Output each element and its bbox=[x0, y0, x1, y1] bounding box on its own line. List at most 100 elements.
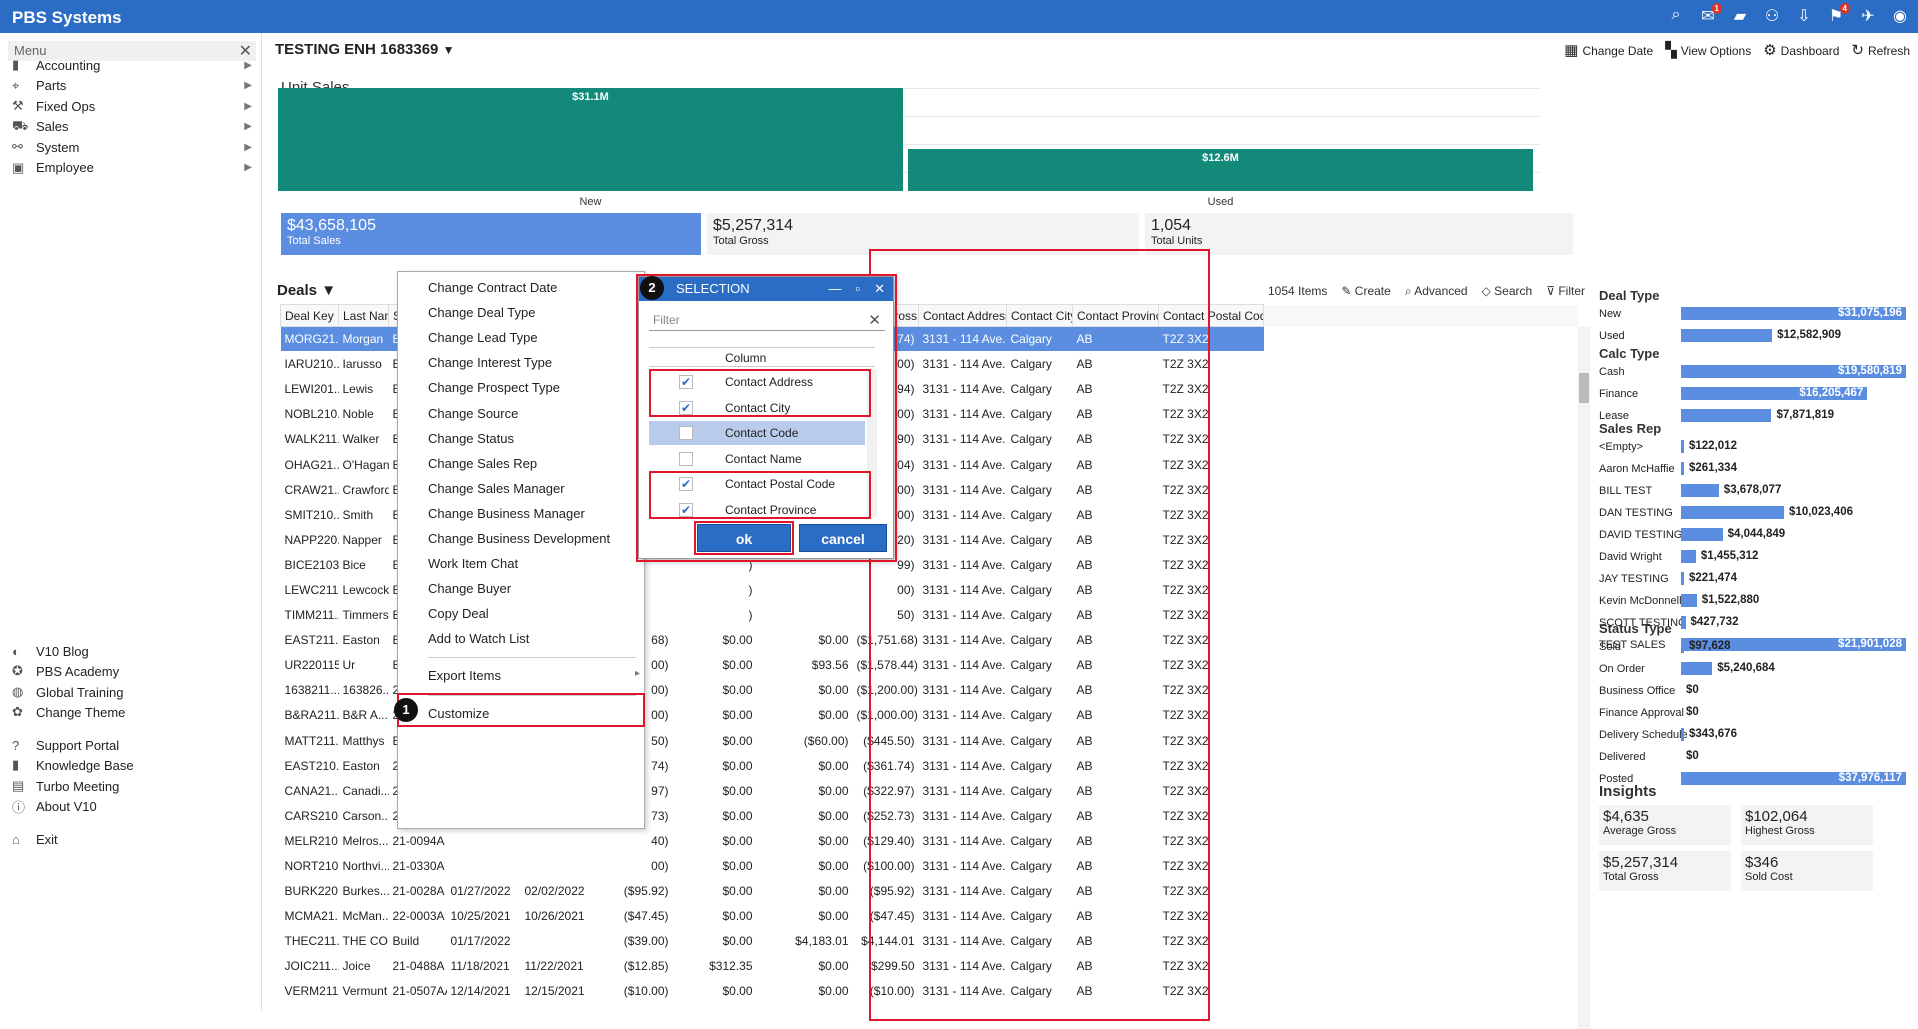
inbox-icon[interactable]: ⇩ bbox=[1794, 6, 1814, 26]
column-option-contact-province[interactable]: ✔ Contact Province bbox=[649, 498, 865, 522]
status-type-bar[interactable] bbox=[1681, 640, 1684, 653]
chat-icon[interactable]: ▰ bbox=[1730, 6, 1750, 26]
column-checkbox[interactable]: ✔ bbox=[679, 477, 693, 491]
menu-item-change-business-development[interactable]: Change Business Development bbox=[428, 531, 610, 546]
sales-rep-bar[interactable] bbox=[1681, 594, 1697, 607]
chevron-right-icon[interactable]: ▶ bbox=[244, 121, 252, 132]
cancel-button[interactable]: cancel bbox=[799, 524, 887, 552]
chevron-right-icon[interactable]: ▶ bbox=[244, 162, 252, 173]
column-checkbox[interactable] bbox=[679, 426, 693, 440]
sidebar-link-pbs-academy[interactable]: ✪ PBS Academy bbox=[12, 661, 252, 681]
sidebar-item-employee[interactable]: ▣ Employee ▶ bbox=[12, 158, 252, 178]
menu-item-change-status[interactable]: Change Status bbox=[428, 431, 514, 446]
column-option-contact-postal-code[interactable]: ✔ Contact Postal Code bbox=[649, 472, 865, 496]
maximize-icon[interactable]: ▫ bbox=[855, 281, 860, 297]
sidebar-item-parts[interactable]: ⌖ Parts ▶ bbox=[12, 76, 252, 96]
table-row[interactable]: BURK220...Burkes...21-0028A01/27/202202/… bbox=[280, 878, 1578, 905]
sidebar-link-support-portal[interactable]: ? Support Portal bbox=[12, 735, 252, 755]
table-row[interactable]: MCMA21...McMan...22-0003A10/25/202110/26… bbox=[280, 903, 1578, 930]
menu-item-change-sales-rep[interactable]: Change Sales Rep bbox=[428, 456, 537, 471]
table-row[interactable]: JOIC211... Joice 21-0488A 11/18/2021 11/22/2… bbox=[280, 953, 1578, 980]
menu-item-change-interest-type[interactable]: Change Interest Type bbox=[428, 355, 552, 370]
status-type-bar[interactable] bbox=[1681, 728, 1684, 741]
table-row[interactable]: NORT210...Northvi...21-0330A00)$0.00$0.0… bbox=[280, 853, 1578, 880]
column-header-deal-key[interactable]: Deal Key bbox=[280, 304, 339, 327]
sales-rep-bar[interactable] bbox=[1681, 506, 1785, 519]
search-icon[interactable]: ⌕ bbox=[1666, 6, 1686, 26]
mail-icon[interactable]: ✉ 1 bbox=[1698, 3, 1722, 26]
users-icon[interactable]: ⚇ bbox=[1762, 6, 1782, 26]
column-header-contact-address[interactable]: Contact Address bbox=[918, 304, 1007, 327]
menu-item-work-item-chat[interactable]: Work Item Chat bbox=[428, 556, 518, 571]
menu-item-change-lead-type[interactable]: Change Lead Type bbox=[428, 330, 538, 345]
grid-scrollbar[interactable] bbox=[1578, 327, 1590, 1029]
column-checkbox[interactable]: ✔ bbox=[679, 375, 693, 389]
caret-down-icon[interactable]: ▼ bbox=[443, 43, 455, 57]
sidebar-link-turbo-meeting[interactable]: ▤ Turbo Meeting bbox=[12, 776, 252, 796]
grid-scroll-thumb[interactable] bbox=[1579, 373, 1589, 403]
caret-down-icon[interactable]: ▼ bbox=[321, 282, 336, 299]
chart-bar[interactable]: $12.6M bbox=[908, 149, 1533, 191]
column-checkbox[interactable] bbox=[679, 451, 693, 466]
page-title[interactable]: TESTING ENH 1683369 ▼ bbox=[275, 41, 454, 58]
sales-rep-bar[interactable] bbox=[1681, 528, 1723, 541]
filter-button[interactable]: ⊽ Filter bbox=[1546, 284, 1585, 299]
close-icon[interactable]: ✕ bbox=[874, 281, 885, 297]
column-checkbox[interactable]: ✔ bbox=[679, 502, 693, 517]
sidebar-link-about-v10[interactable]: ⓘ About V10 bbox=[12, 796, 252, 816]
sidebar-item-accounting[interactable]: ▮ Accounting ▶ bbox=[12, 55, 252, 75]
sidebar-item-fixed-ops[interactable]: ⚒ Fixed Ops ▶ bbox=[12, 96, 252, 116]
menu-item-customize[interactable]: Customize bbox=[428, 706, 489, 721]
column-header-last-nan[interactable]: Last Nan bbox=[338, 304, 389, 327]
menu-item-add-to-watch-list[interactable]: Add to Watch List bbox=[428, 631, 529, 646]
clear-icon[interactable]: ✕ bbox=[868, 311, 881, 329]
menu-item-change-deal-type[interactable]: Change Deal Type bbox=[428, 305, 535, 320]
advanced-button[interactable]: ⌕ Advanced bbox=[1405, 284, 1468, 299]
menu-item-change-source[interactable]: Change Source bbox=[428, 406, 518, 421]
column-header-contact-province[interactable]: Contact Province bbox=[1072, 304, 1159, 327]
sales-rep-bar[interactable] bbox=[1681, 572, 1684, 585]
sales-rep-bar[interactable] bbox=[1681, 440, 1684, 453]
menu-item-change-sales-manager[interactable]: Change Sales Manager bbox=[428, 481, 565, 496]
sales-rep-bar[interactable] bbox=[1681, 462, 1684, 475]
sidebar-item-sales[interactable]: ⛟ Sales ▶ bbox=[12, 117, 252, 137]
table-row[interactable]: MELR210...Melros...21-0094A40)$0.00$0.00… bbox=[280, 828, 1578, 854]
search-button[interactable]: ◇ Search bbox=[1482, 284, 1533, 299]
column-checkbox[interactable]: ✔ bbox=[679, 400, 693, 415]
column-option-contact-code[interactable]: Contact Code bbox=[649, 421, 865, 445]
column-header-contact-postal-code[interactable]: Contact Postal Code bbox=[1158, 304, 1264, 327]
sidebar-link-exit[interactable]: ⌂ Exit bbox=[12, 829, 252, 849]
eye-icon[interactable]: ◉ bbox=[1890, 6, 1910, 26]
sales-rep-bar[interactable] bbox=[1681, 484, 1719, 497]
column-option-contact-address[interactable]: ✔ Contact Address bbox=[649, 370, 865, 394]
deal-type-bar[interactable] bbox=[1681, 329, 1773, 342]
deals-title[interactable]: Deals ▼ bbox=[277, 282, 336, 299]
sales-rep-bar[interactable] bbox=[1681, 550, 1696, 563]
sidebar-link-v10-blog[interactable]: ◐ V10 Blog bbox=[12, 641, 252, 661]
column-header-contact-city[interactable]: Contact City bbox=[1006, 304, 1073, 327]
pin-icon[interactable]: ✈ bbox=[1858, 6, 1878, 26]
menu-item-change-contract-date[interactable]: Change Contract Date bbox=[428, 280, 557, 295]
chevron-right-icon[interactable]: ▶ bbox=[244, 142, 252, 153]
table-row[interactable]: VERM211...Vermunt21-0507AA12/14/202112/1… bbox=[280, 978, 1578, 1005]
table-row[interactable]: THEC211...THE CO...Build01/17/2022 ($39.0… bbox=[280, 928, 1578, 955]
filter-input[interactable]: Filter ✕ bbox=[649, 311, 885, 331]
chevron-right-icon[interactable]: ▶ bbox=[244, 80, 252, 91]
dialog-scrollbar[interactable] bbox=[867, 369, 877, 517]
create-button[interactable]: ✎ Create bbox=[1341, 284, 1390, 299]
sales-rep-bar[interactable] bbox=[1681, 616, 1686, 629]
menu-item-export-items[interactable]: Export Items ▸ bbox=[428, 668, 640, 683]
minimize-icon[interactable]: — bbox=[828, 281, 841, 297]
sidebar-item-system[interactable]: ⚯ System ▶ bbox=[12, 137, 252, 157]
sidebar-link-change-theme[interactable]: ✿ Change Theme bbox=[12, 702, 252, 722]
sidebar-link-global-training[interactable]: ◍ Global Training bbox=[12, 682, 252, 702]
chart-bar[interactable]: $31.1M bbox=[278, 88, 903, 191]
status-type-bar[interactable] bbox=[1681, 662, 1713, 675]
chevron-right-icon[interactable]: ▶ bbox=[244, 60, 252, 71]
chevron-right-icon[interactable]: ▶ bbox=[244, 101, 252, 112]
ok-button[interactable]: ok bbox=[697, 524, 791, 552]
menu-item-change-business-manager[interactable]: Change Business Manager bbox=[428, 506, 585, 521]
column-option-contact-city[interactable]: ✔ Contact City bbox=[649, 396, 865, 420]
menu-item-change-buyer[interactable]: Change Buyer bbox=[428, 581, 511, 596]
menu-item-copy-deal[interactable]: Copy Deal bbox=[428, 606, 489, 621]
